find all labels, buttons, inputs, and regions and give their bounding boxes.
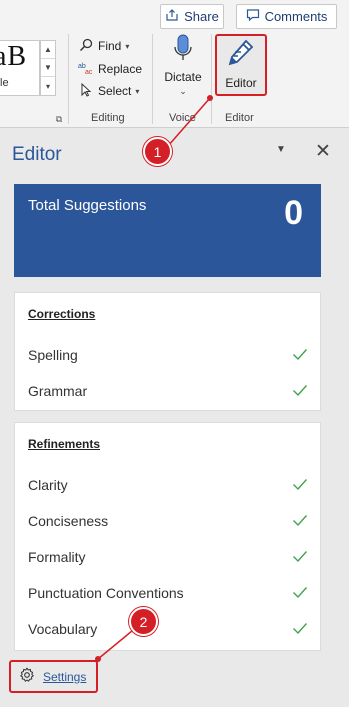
checkmark-icon — [292, 584, 308, 603]
style-gallery-item[interactable]: aB tle — [0, 40, 40, 96]
checkmark-icon — [292, 346, 308, 365]
styles-dialog-launcher-icon[interactable]: ⧉ — [54, 114, 64, 124]
microphone-icon — [172, 34, 194, 67]
group-divider — [152, 34, 153, 124]
svg-text:ac: ac — [85, 69, 93, 75]
corrections-card: Corrections Spelling Grammar — [14, 292, 321, 411]
total-suggestions-count: 0 — [284, 194, 303, 232]
editor-label: Editor — [225, 76, 257, 90]
refinement-item-clarity[interactable]: Clarity — [28, 473, 308, 497]
list-item-label: Formality — [28, 549, 86, 565]
list-item-label: Clarity — [28, 477, 68, 493]
gallery-up-icon[interactable]: ▲ — [41, 41, 55, 59]
settings-link[interactable]: Settings — [9, 660, 98, 693]
list-item-label: Spelling — [28, 347, 78, 363]
voice-group-label: Voice — [169, 112, 196, 124]
replace-label: Replace — [98, 62, 143, 76]
search-icon — [78, 38, 94, 55]
refinement-item-formality[interactable]: Formality — [28, 545, 308, 569]
checkmark-icon — [292, 382, 308, 401]
style-gallery-scroller: ▲ ▼ ▾ — [40, 40, 56, 96]
select-button[interactable]: Select ▾ — [78, 81, 139, 101]
corrections-heading: Corrections — [28, 307, 96, 321]
cursor-arrow-icon — [78, 82, 94, 100]
settings-label: Settings — [43, 669, 87, 684]
dictate-button[interactable]: Dictate ⌄ — [161, 34, 205, 97]
list-item-label: Conciseness — [28, 513, 109, 529]
editor-group-label: Editor — [225, 112, 254, 124]
callout-badge-1: 1 — [143, 137, 172, 166]
comments-label: Comments — [264, 9, 328, 24]
list-item-label: Vocabulary — [28, 621, 98, 637]
gallery-more-icon[interactable]: ▾ — [41, 77, 55, 95]
group-divider — [211, 34, 212, 124]
list-item-label: Grammar — [28, 383, 88, 399]
replace-icon: ab ac — [78, 61, 94, 78]
replace-button[interactable]: ab ac Replace — [78, 59, 142, 79]
chevron-down-icon: ▾ — [125, 41, 130, 51]
share-icon — [165, 8, 179, 25]
pane-title: Editor — [12, 144, 62, 165]
correction-item-spelling[interactable]: Spelling — [28, 343, 308, 367]
style-sample: aB — [0, 41, 28, 72]
close-icon[interactable]: ✕ — [315, 140, 331, 163]
gallery-down-icon[interactable]: ▼ — [41, 59, 55, 77]
checkmark-icon — [292, 620, 308, 639]
refinements-card: Refinements Clarity Conciseness Formalit… — [14, 422, 321, 651]
share-button[interactable]: Share — [160, 4, 224, 29]
group-divider — [68, 34, 69, 124]
ribbon: Share Comments aB tle ▲ ▼ ▾ ⧉ Find ▾ aba… — [0, 0, 349, 128]
editor-button[interactable]: Editor — [215, 34, 267, 96]
total-suggestions-card[interactable]: Total Suggestions 0 — [14, 184, 321, 277]
share-label: Share — [184, 9, 219, 24]
editor-pen-icon — [226, 38, 256, 73]
comments-button[interactable]: Comments — [236, 4, 337, 29]
dictate-label: Dictate — [164, 70, 202, 84]
refinements-heading: Refinements — [28, 437, 101, 451]
select-label: Select — [98, 84, 132, 98]
find-button[interactable]: Find ▾ — [78, 36, 129, 56]
gear-icon — [19, 667, 35, 686]
editing-group-label: Editing — [91, 112, 125, 124]
checkmark-icon — [292, 548, 308, 567]
find-label: Find — [98, 39, 122, 53]
list-item-label: Punctuation Conventions — [28, 585, 184, 601]
total-suggestions-label: Total Suggestions — [28, 197, 147, 214]
checkmark-icon — [292, 476, 308, 495]
comment-icon — [246, 8, 260, 25]
style-name: tle — [0, 77, 9, 89]
refinement-item-punctuation[interactable]: Punctuation Conventions — [28, 581, 308, 605]
callout-badge-2: 2 — [129, 607, 158, 636]
refinement-item-vocabulary[interactable]: Vocabulary — [28, 617, 308, 641]
checkmark-icon — [292, 512, 308, 531]
chevron-down-icon: ▾ — [135, 86, 140, 96]
pane-options-icon[interactable]: ▼ — [276, 144, 286, 155]
refinement-item-conciseness[interactable]: Conciseness — [28, 509, 308, 533]
correction-item-grammar[interactable]: Grammar — [28, 379, 308, 403]
chevron-down-icon[interactable]: ⌄ — [179, 86, 187, 97]
